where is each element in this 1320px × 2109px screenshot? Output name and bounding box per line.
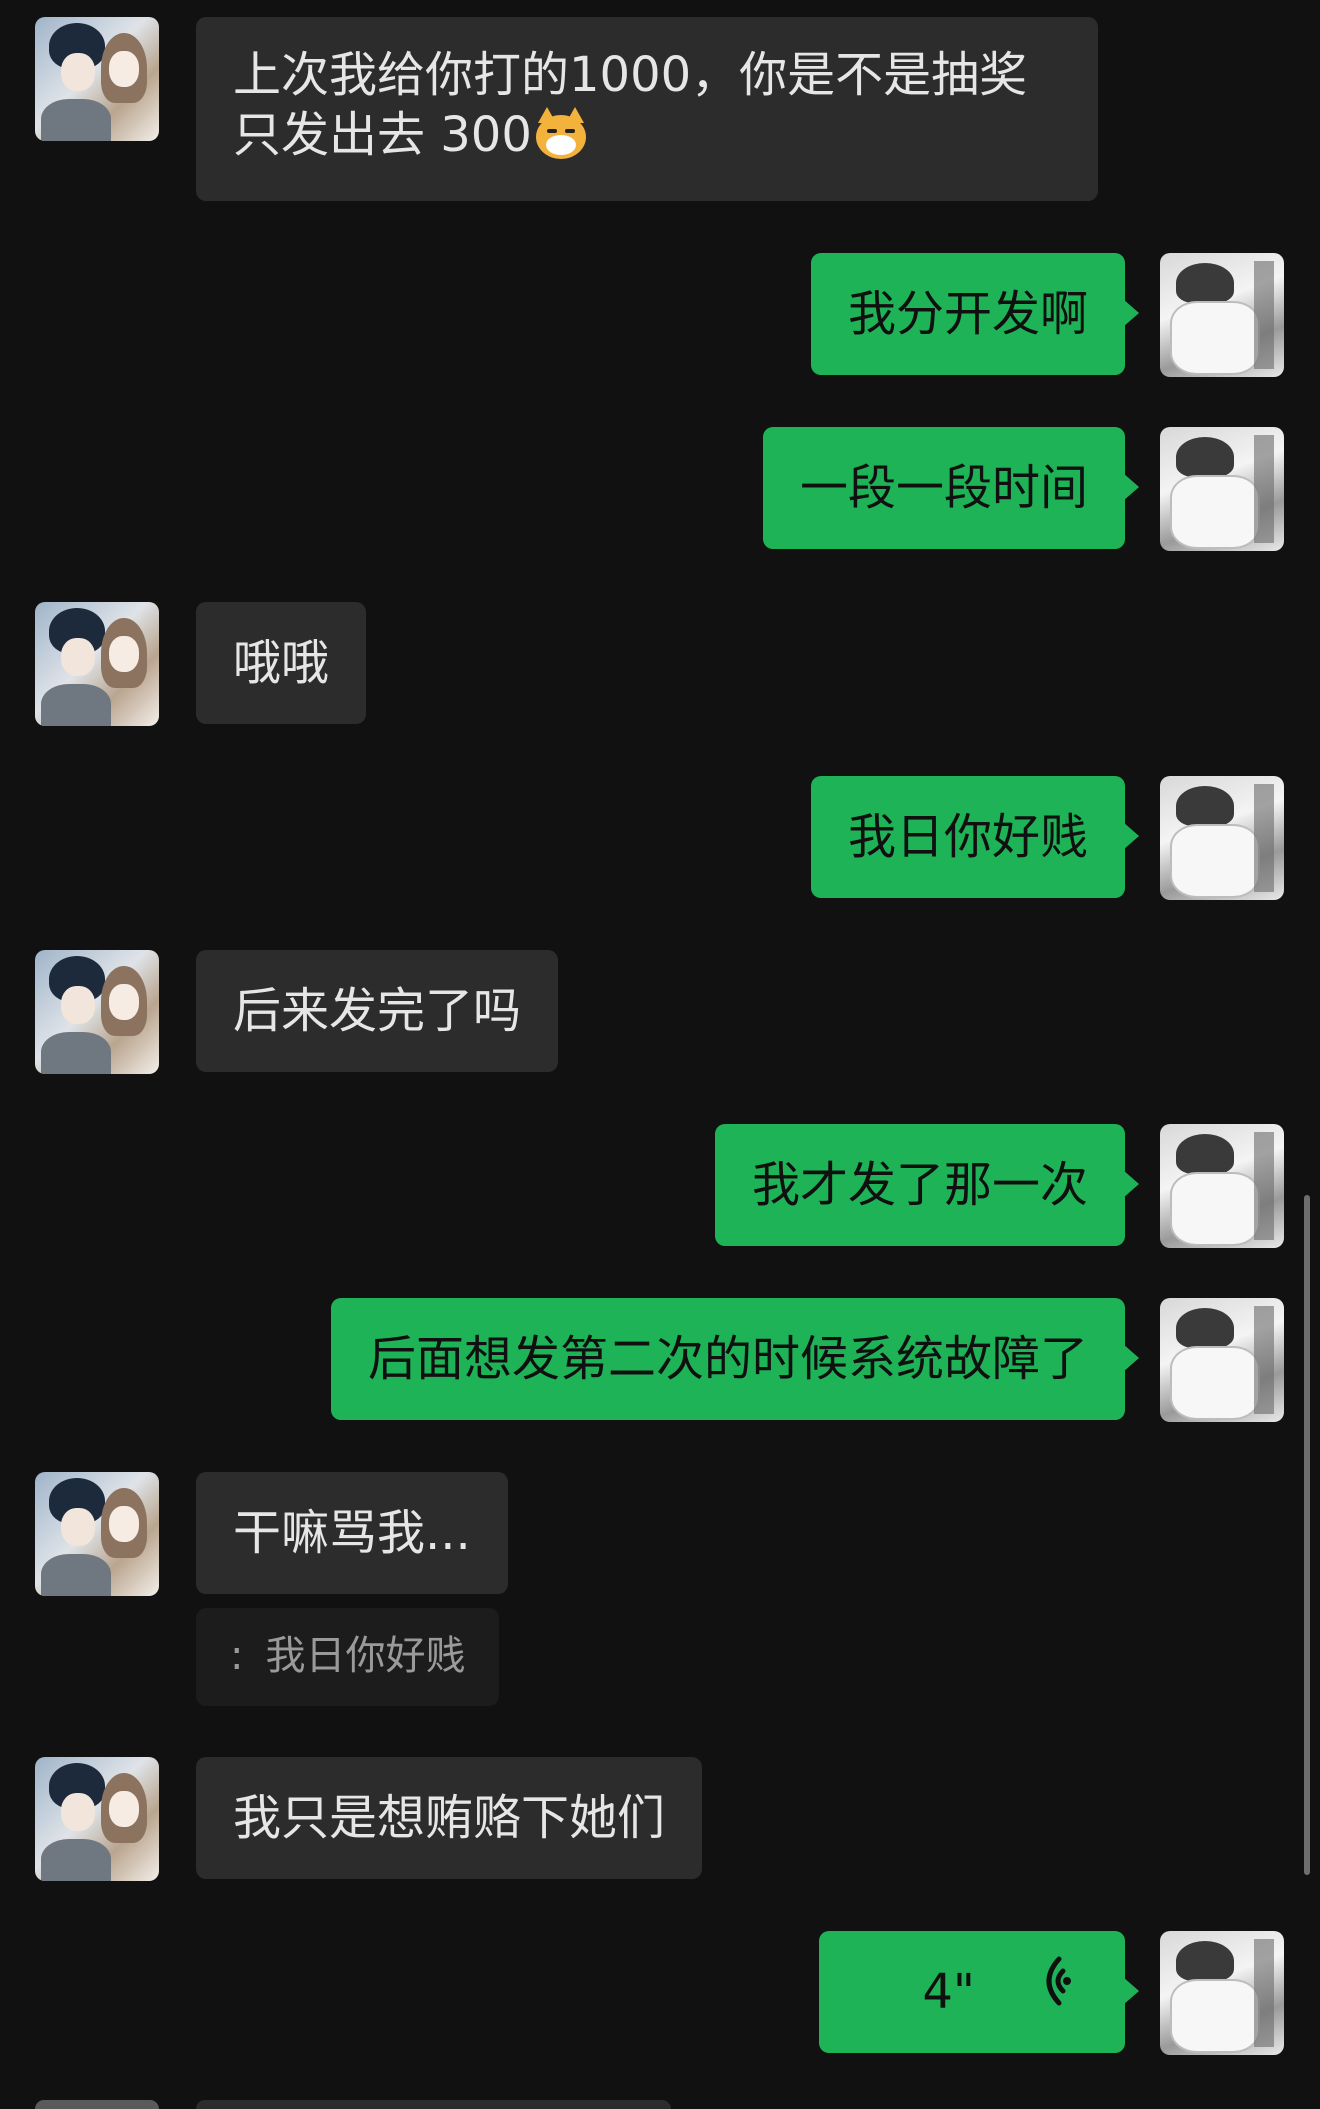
incoming-message-bubble[interactable]: 上次我给你打的1000，你是不是抽奖 只发出去 300 [196, 17, 1098, 201]
contact-avatar[interactable] [35, 1472, 159, 1596]
my-avatar[interactable] [1160, 1298, 1284, 1422]
incoming-message-bubble[interactable]: 哦哦 [196, 602, 367, 724]
voice-wave-icon [1033, 1953, 1073, 2023]
quoted-message[interactable]: : 我日你好贱 [196, 1608, 500, 1706]
message-text: 后面想发第二次的时候系统故障了 [367, 1331, 1088, 1387]
message-text: 哦哦 [233, 635, 330, 691]
contact-avatar-partial [35, 2100, 159, 2109]
my-avatar[interactable] [1160, 1124, 1284, 1248]
quote-text: 我日你好贱 [265, 1633, 466, 1679]
incoming-message-bubble-partial [196, 2100, 671, 2109]
contact-avatar[interactable] [35, 17, 159, 141]
my-avatar[interactable] [1160, 427, 1284, 551]
outgoing-message-bubble[interactable]: 后面想发第二次的时候系统故障了 [330, 1298, 1140, 1420]
message-text: 我只是想贿赂下她们 [233, 1790, 666, 1846]
scrollbar[interactable] [1304, 1195, 1310, 1875]
message-line: 上次我给你打的1000，你是不是抽奖 [233, 47, 1028, 103]
contact-avatar[interactable] [35, 602, 159, 726]
voice-message-bubble[interactable]: 4" [819, 1931, 1139, 2053]
contact-avatar[interactable] [35, 950, 159, 1074]
message-text: 我日你好贱 [847, 809, 1088, 865]
my-avatar[interactable] [1160, 253, 1284, 377]
outgoing-message-bubble[interactable]: 我才发了那一次 [714, 1124, 1140, 1246]
incoming-message-bubble[interactable]: 后来发完了吗 [196, 950, 559, 1072]
contact-avatar[interactable] [35, 1757, 159, 1881]
voice-duration: 4" [922, 1964, 975, 2020]
message-text: 后来发完了吗 [233, 983, 522, 1039]
message-text: 我才发了那一次 [751, 1157, 1088, 1213]
quote-colon: : [230, 1633, 244, 1679]
message-text: 我分开发啊 [847, 286, 1088, 342]
message-line: 只发出去 300 [233, 107, 532, 163]
outgoing-message-bubble[interactable]: 我日你好贱 [810, 776, 1140, 898]
my-avatar[interactable] [1160, 1931, 1284, 2055]
message-text: 干嘛骂我... [233, 1505, 471, 1561]
cat-face-emoji-icon [532, 107, 590, 159]
incoming-message-bubble[interactable]: 我只是想贿赂下她们 [196, 1757, 703, 1879]
incoming-message-bubble[interactable]: 干嘛骂我... [196, 1472, 508, 1594]
outgoing-message-bubble[interactable]: 一段一段时间 [762, 427, 1140, 549]
outgoing-message-bubble[interactable]: 我分开发啊 [810, 253, 1140, 375]
my-avatar[interactable] [1160, 776, 1284, 900]
message-text: 一段一段时间 [799, 460, 1088, 516]
